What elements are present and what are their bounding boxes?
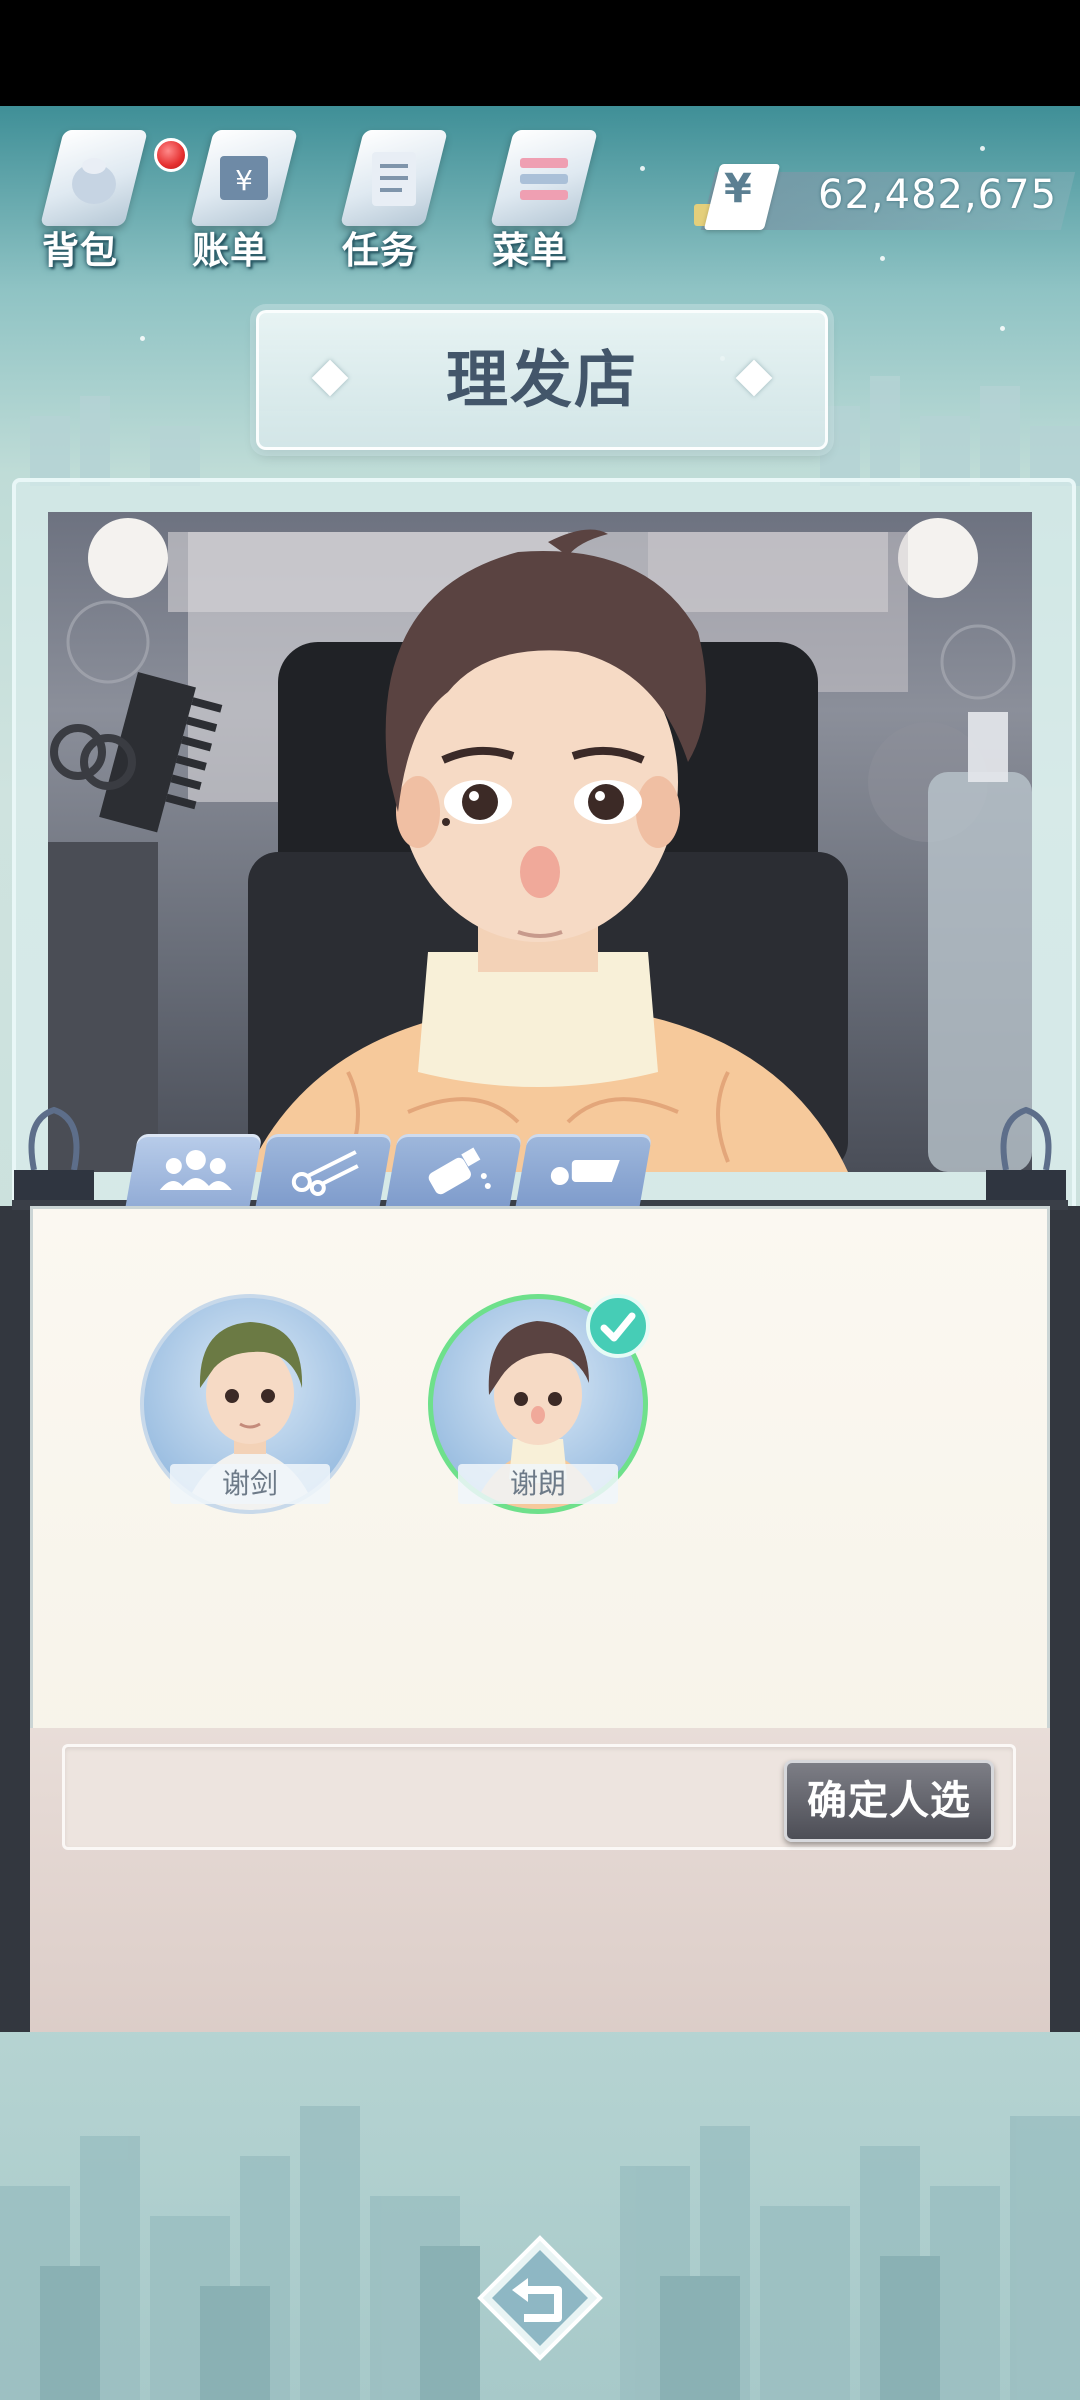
- task-label: 任务: [342, 229, 418, 272]
- menu-icon: [490, 130, 598, 226]
- task-button[interactable]: 任务: [330, 120, 450, 272]
- title-plate: 理发店: [256, 310, 828, 450]
- backpack-icon: [40, 130, 148, 226]
- tab-eraser[interactable]: [515, 1134, 653, 1206]
- people-icon: [159, 1150, 232, 1190]
- eraser-icon: [550, 1160, 620, 1185]
- menu-button[interactable]: 菜单: [480, 120, 600, 272]
- back-button[interactable]: [476, 2234, 604, 2362]
- tab-characters[interactable]: [125, 1134, 263, 1206]
- spray-bottle-icon: [428, 1147, 491, 1195]
- candidate-card[interactable]: 谢剑: [140, 1294, 360, 1520]
- scissors-icon: [291, 1150, 359, 1196]
- character-portrait: [48, 512, 1032, 1172]
- candidate-card-selected[interactable]: 谢朗: [428, 1294, 650, 1520]
- candidate-name: 谢剑: [170, 1464, 330, 1504]
- backpack-label: 背包: [42, 229, 118, 272]
- check-icon: [586, 1294, 650, 1358]
- status-bar: [0, 0, 1080, 106]
- panel-edge-left: [0, 1206, 30, 2032]
- bill-label: 账单: [192, 229, 268, 272]
- yen-icon: ¥: [724, 166, 752, 212]
- sparkle: [140, 336, 145, 341]
- backpack-button[interactable]: 背包: [30, 120, 188, 272]
- bill-button[interactable]: ¥ 账单: [180, 120, 300, 272]
- menu-label: 菜单: [492, 229, 568, 272]
- panel-edge-right: [1050, 1206, 1080, 2032]
- tab-hair-product[interactable]: [385, 1134, 523, 1206]
- svg-text:¥: ¥: [235, 164, 253, 197]
- barbershop-scene: [48, 518, 1032, 1172]
- sparkle: [1000, 326, 1005, 331]
- bill-icon: ¥: [190, 130, 298, 226]
- task-icon: [340, 130, 448, 226]
- tab-haircut[interactable]: [255, 1134, 393, 1206]
- candidate-name: 谢朗: [458, 1464, 618, 1504]
- money-value: 62,482,675: [818, 172, 1058, 218]
- confirm-button[interactable]: 确定人选: [784, 1760, 994, 1842]
